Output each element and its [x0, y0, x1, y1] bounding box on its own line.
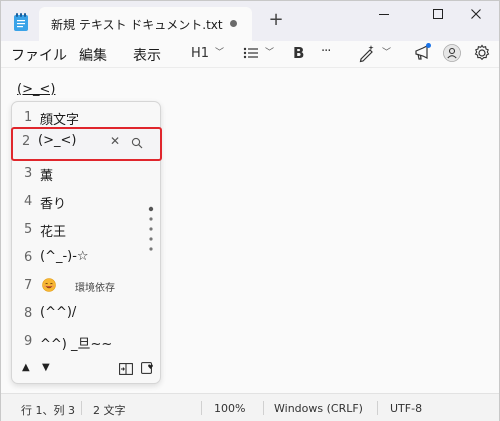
candidate-number: 1	[24, 110, 33, 125]
candidate-number: 4	[24, 194, 33, 209]
candidate-text: 顔文字	[40, 113, 80, 128]
chevron-down-icon: ﹀	[215, 48, 225, 58]
bullet-list-icon	[243, 47, 258, 59]
encoding[interactable]: UTF-8	[390, 402, 422, 415]
page-down-button[interactable]: ▼	[42, 362, 50, 373]
account-avatar-icon	[443, 44, 461, 62]
notepad-app-icon	[14, 13, 28, 31]
zoom-level[interactable]: 100%	[214, 402, 245, 415]
scroll-indicator-icon[interactable]	[147, 206, 155, 252]
settings-button[interactable]	[472, 42, 492, 64]
menu-edit[interactable]: 編集	[79, 45, 107, 65]
candidate-text: (^_-)-☆	[40, 249, 89, 264]
candidate-item[interactable]: 7 環境依存	[12, 272, 160, 300]
announcements-button[interactable]	[413, 42, 433, 64]
chevron-down-icon: ﹀	[382, 47, 392, 58]
minimize-icon	[379, 14, 389, 15]
cursor-position: 行 1、列 3	[21, 404, 75, 417]
status-divider	[263, 401, 264, 415]
composition-text[interactable]: (>_<)	[17, 82, 55, 97]
close-button[interactable]	[453, 3, 499, 27]
list-dropdown[interactable]: ﹀	[243, 43, 274, 65]
candidate-text: 薫	[40, 169, 54, 184]
line-ending[interactable]: Windows (CRLF)	[274, 402, 363, 415]
candidate-item[interactable]: 4 香り	[12, 188, 160, 216]
candidate-item[interactable]: 9 ^^) _旦~~	[12, 328, 160, 356]
expand-table-icon[interactable]	[119, 363, 133, 375]
candidate-text: 香り	[40, 197, 67, 212]
minimize-button[interactable]	[361, 3, 407, 27]
status-divider	[81, 401, 82, 415]
notepad-window: 新規 テキスト ドキュメント.txt + ファイル 編集 表示 H1 ﹀ ﹀ B …	[0, 0, 500, 421]
search-icon[interactable]	[131, 137, 143, 149]
remove-candidate-button[interactable]: ✕	[110, 134, 120, 148]
tab-title: 新規 テキスト ドキュメント.txt	[51, 18, 223, 32]
candidate-item[interactable]: 3 薫	[12, 160, 160, 188]
unsaved-dot-icon[interactable]	[230, 20, 237, 27]
status-divider	[201, 401, 202, 415]
heading-dropdown[interactable]: H1 ﹀	[191, 45, 224, 67]
candidate-number: 3	[24, 166, 33, 181]
selected-candidate-item[interactable]: 2 (>_<) ✕	[11, 127, 162, 161]
candidate-number: 7	[24, 278, 33, 293]
candidate-note: 環境依存	[75, 283, 115, 294]
heading-label: H1	[191, 46, 210, 61]
document-tab[interactable]: 新規 テキスト ドキュメント.txt	[39, 7, 252, 41]
maximize-icon	[433, 9, 443, 19]
candidate-text: (^^)/	[40, 305, 77, 320]
close-icon	[471, 9, 481, 19]
candidate-text: 花王	[40, 225, 67, 240]
megaphone-icon	[415, 43, 431, 60]
character-count: 2 文字	[93, 404, 126, 417]
bold-button[interactable]: B	[293, 44, 304, 66]
menu-file[interactable]: ファイル	[11, 45, 67, 65]
candidate-text: ^^) _旦~~	[40, 337, 113, 352]
status-divider	[377, 401, 378, 415]
candidate-item[interactable]: 6 (^_-)-☆	[12, 244, 160, 272]
page-up-button[interactable]: ▲	[22, 362, 30, 373]
smiling-face-emoji-icon	[42, 278, 56, 292]
chevron-down-icon: ﹀	[265, 47, 275, 58]
new-tab-button[interactable]: +	[265, 9, 287, 31]
candidate-number: 6	[24, 250, 33, 265]
candidate-number: 5	[24, 222, 33, 237]
copilot-write-dropdown[interactable]: ﹀	[358, 43, 391, 65]
candidate-number: 2	[22, 134, 31, 149]
gear-icon	[474, 44, 490, 61]
candidate-number: 8	[24, 306, 33, 321]
menu-bar: ファイル 編集 表示 H1 ﹀ ﹀ B ··· ﹀	[1, 41, 499, 67]
more-formatting-button[interactable]: ···	[321, 44, 331, 66]
candidate-text: (>_<)	[38, 133, 77, 148]
candidate-item[interactable]: 5 花王	[12, 216, 160, 244]
candidate-footer: ▲ ▼	[12, 358, 160, 382]
emoji-panel-icon[interactable]	[141, 361, 155, 375]
candidate-item[interactable]: 8 (^^)/	[12, 300, 160, 328]
account-button[interactable]	[442, 42, 462, 64]
pen-sparkle-icon	[359, 45, 374, 63]
candidate-number: 9	[24, 334, 33, 349]
menu-view[interactable]: 表示	[133, 45, 161, 65]
status-bar: 行 1、列 3 2 文字 100% Windows (CRLF) UTF-8	[1, 393, 499, 421]
title-bar: 新規 テキスト ドキュメント.txt +	[1, 1, 499, 41]
